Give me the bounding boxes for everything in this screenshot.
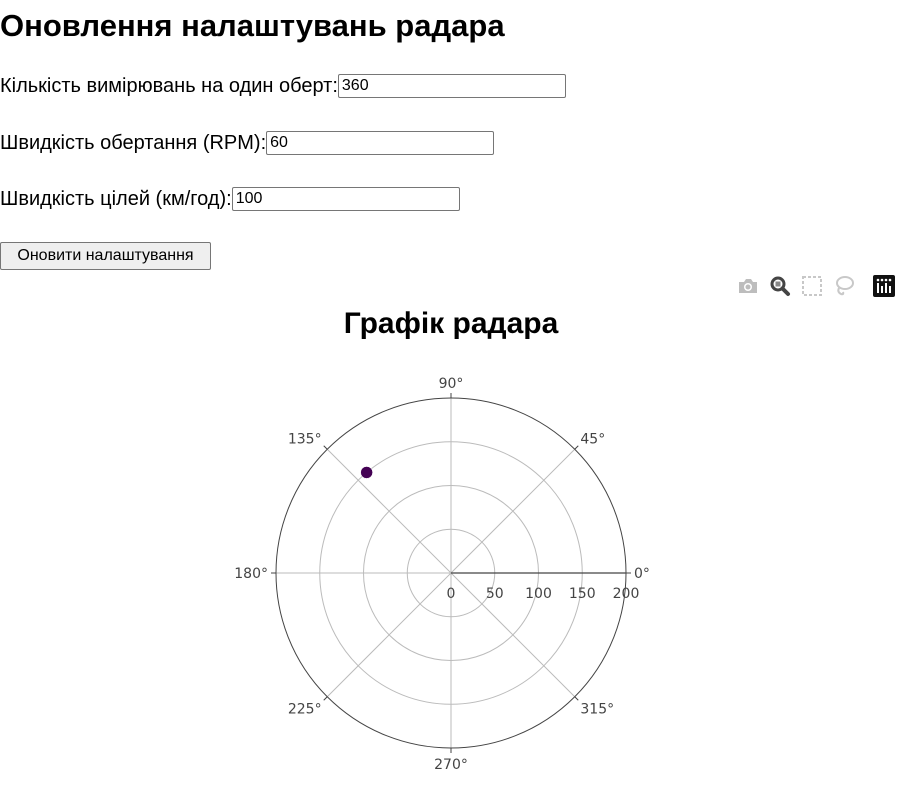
radial-tick-label: 150 xyxy=(569,586,596,602)
chart-title: Графік радара xyxy=(344,307,559,340)
radial-tick-label: 100 xyxy=(525,586,552,602)
radar-chart: Графік радара 0° 45° 90° 135° 180° 225° 270° 31… xyxy=(234,307,650,773)
data-point xyxy=(360,466,373,479)
angular-gridline xyxy=(450,572,576,698)
plotly-logo-icon[interactable] xyxy=(872,274,896,298)
zoom-icon[interactable] xyxy=(768,274,792,298)
box-select-icon[interactable] xyxy=(800,274,824,298)
angular-tick-label: 315° xyxy=(580,701,614,717)
radial-tick-label: 0 xyxy=(447,586,456,602)
angular-tick-label: 270° xyxy=(434,757,468,773)
radial-tick-label: 50 xyxy=(486,586,504,602)
angular-tick-label: 45° xyxy=(580,432,605,448)
lasso-select-icon[interactable] xyxy=(832,274,856,298)
camera-icon[interactable] xyxy=(736,274,760,298)
polar-grid: 0° 45° 90° 135° 180° 225° 270° 315° 0 50 100 150 200 xyxy=(234,376,650,773)
radial-tick-label: 200 xyxy=(613,586,640,602)
angular-gridline xyxy=(450,448,576,574)
angular-gridline xyxy=(326,448,452,574)
angular-tick-label: 90° xyxy=(439,376,464,392)
modebar xyxy=(728,273,896,299)
angular-tick xyxy=(323,696,328,701)
angular-tick-label: 0° xyxy=(634,566,650,582)
angular-tick xyxy=(323,445,328,450)
angular-tick xyxy=(574,445,579,450)
angular-tick xyxy=(574,696,579,701)
angular-tick-label: 225° xyxy=(288,701,322,717)
angular-tick-label: 180° xyxy=(234,566,268,582)
polar-marks xyxy=(360,466,373,479)
angular-gridline xyxy=(326,572,452,698)
angular-tick-label: 135° xyxy=(288,432,322,448)
